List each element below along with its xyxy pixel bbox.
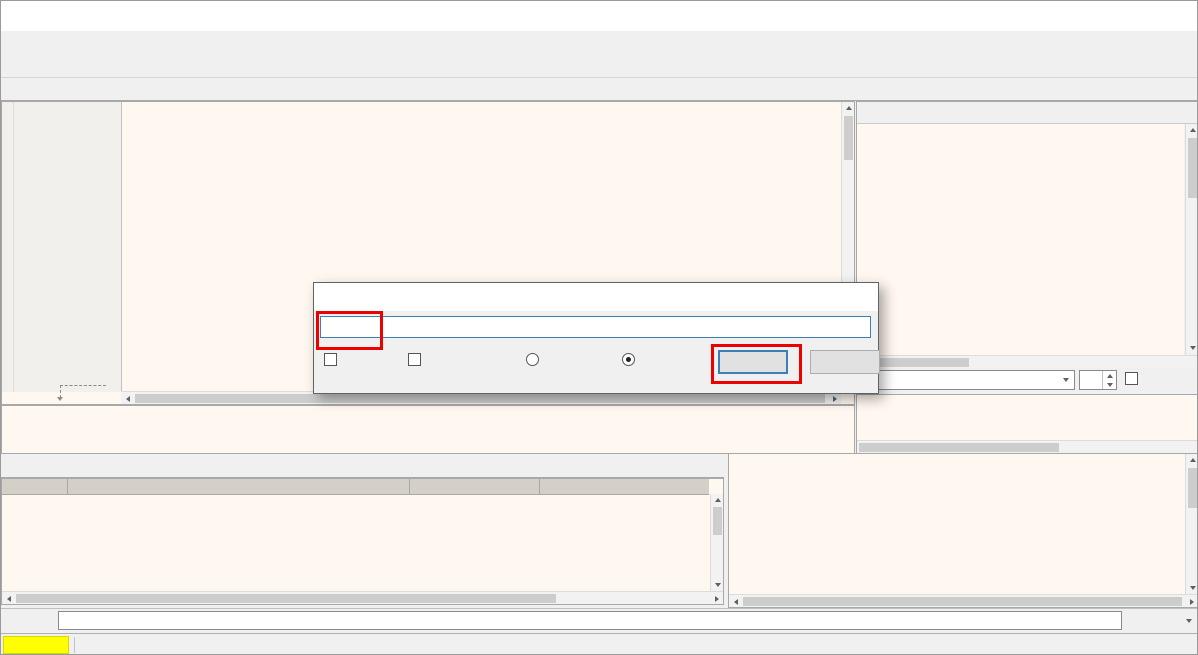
- command-bar: [1, 608, 1198, 633]
- radio-icon: [526, 353, 539, 366]
- checkbox-checked-icon: [408, 353, 421, 366]
- maximize-button[interactable]: [1117, 1, 1157, 31]
- stack-panel: [728, 453, 1198, 608]
- checkbox-checked-icon: [324, 353, 337, 366]
- arg-count-stepper[interactable]: [1079, 370, 1117, 390]
- assemble-instruction-input[interactable]: [320, 316, 871, 338]
- memory-dump-panel: [1, 478, 724, 605]
- disassembly-sidebar: [2, 102, 122, 392]
- jump-line: [60, 385, 106, 386]
- toolbar: [1, 53, 1197, 78]
- calling-convention-row: [857, 368, 1198, 394]
- arguments-hscrollbar[interactable]: [857, 440, 1198, 453]
- stack-hscrollbar[interactable]: [729, 594, 1198, 607]
- info-box: [1, 405, 855, 454]
- hide-fpu-button[interactable]: [857, 102, 1198, 124]
- arguments-list: [857, 394, 1198, 445]
- dump-vscrollbar[interactable]: [710, 494, 723, 591]
- assemble-dialog: [313, 282, 879, 394]
- view-tabs: [1, 78, 1197, 101]
- xedparse-radio[interactable]: [526, 353, 544, 366]
- radio-selected-icon: [622, 353, 635, 366]
- dump-header-ascii: [410, 479, 540, 494]
- registers-vscrollbar[interactable]: [1185, 124, 1198, 354]
- command-dropdown[interactable]: [1126, 611, 1196, 630]
- command-input[interactable]: [58, 611, 1122, 630]
- unlock-checkbox[interactable]: [1125, 372, 1143, 385]
- bottom-tabs: [1, 454, 724, 478]
- dump-hscrollbar[interactable]: [2, 591, 723, 604]
- asmjit-radio[interactable]: [622, 353, 640, 366]
- minimize-button[interactable]: [1077, 1, 1117, 31]
- jump-arrow-icon: [57, 397, 63, 401]
- dump-header-hex: [68, 479, 410, 494]
- dump-header-address: [2, 479, 68, 494]
- keep-size-checkbox[interactable]: [324, 353, 342, 366]
- menu-bar: [1, 31, 1197, 54]
- fill-nop-checkbox[interactable]: [408, 353, 426, 366]
- ok-button[interactable]: [718, 350, 788, 374]
- registers-list: [857, 124, 1184, 357]
- stack-rows: [729, 455, 1184, 595]
- debug-state-badge: [3, 636, 69, 654]
- dump-rows: [2, 495, 709, 591]
- arg-count-value: [1080, 371, 1102, 389]
- chevron-down-icon: [1186, 619, 1192, 623]
- registers-hscrollbar[interactable]: [857, 355, 1198, 368]
- title-bar: [1, 1, 1197, 31]
- stack-vscrollbar[interactable]: [1185, 454, 1198, 594]
- status-bar: [1, 633, 1198, 655]
- dump-header: [2, 479, 709, 495]
- x32dbg-window: [0, 0, 1198, 655]
- calling-convention-dropdown[interactable]: [861, 370, 1075, 390]
- chevron-down-icon: [1063, 378, 1069, 382]
- dialog-title-bar: [314, 283, 878, 311]
- registers-panel: [856, 101, 1198, 454]
- checkbox-icon: [1125, 372, 1138, 385]
- close-button[interactable]: [1157, 1, 1197, 31]
- cancel-button[interactable]: [810, 350, 880, 374]
